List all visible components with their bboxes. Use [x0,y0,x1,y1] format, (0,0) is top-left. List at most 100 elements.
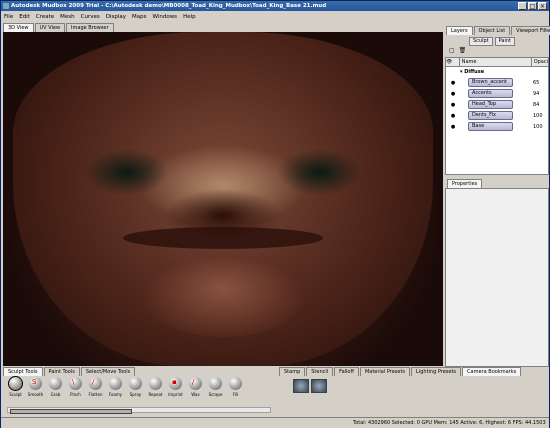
spray-icon [129,377,142,390]
layer-group-label: Diffuse [464,69,485,75]
visibility-eye-icon[interactable]: ● [446,113,460,119]
tool-flatten[interactable]: / Flatten [87,377,104,397]
view-tabs: 3D View UV View Image Browser [3,23,115,32]
layer-type-tabs: Sculpt Paint [469,37,515,46]
right-panel-tabs: Layers Object List Viewport Filters [446,26,550,35]
layer-name[interactable]: Base [468,122,513,131]
menu-mesh[interactable]: Mesh [60,14,74,20]
shelf-scrollbar[interactable] [7,407,271,414]
tool-shelf: Sculpt Tools Paint Tools Select/Move Too… [3,367,275,415]
app-window: Autodesk Mudbox 2009 Trial - C:\Autodesk… [0,0,550,428]
mudbox-app-icon [3,3,9,9]
tab-viewport-filters[interactable]: Viewport Filters [511,26,550,35]
shelf-scroll-thumb[interactable] [10,409,132,414]
layer-toolbar: ▢ 🗑 [449,47,466,54]
minimize-button[interactable]: _ [518,2,527,10]
layer-name[interactable]: Head_Top [468,100,513,109]
menu-bar: File Edit Create Mesh Curves Display Map… [1,12,550,22]
smooth-icon: S [29,377,42,390]
layer-row[interactable]: ● Accents 94 [446,88,548,99]
tray-tabs: Stamp Stencil Falloff Material Presets L… [279,367,522,376]
layer-row[interactable]: ● Base 100 [446,121,548,132]
layer-name[interactable]: Dents_Fix [468,111,513,120]
tool-wax[interactable]: / Wax [187,377,204,397]
wax-icon: / [189,377,202,390]
foamy-icon [109,377,122,390]
tool-foamy[interactable]: Foamy [107,377,124,397]
tab-image-browser[interactable]: Image Browser [66,23,114,32]
close-button[interactable]: × [538,2,547,10]
repeat-icon [149,377,162,390]
layer-opacity[interactable]: 84 [533,102,539,108]
visibility-eye-icon[interactable]: ● [446,102,460,108]
tab-paint-layers[interactable]: Paint [494,37,515,46]
layer-name[interactable]: Accents [468,89,513,98]
tab-object-list[interactable]: Object List [473,26,511,35]
window-title: Autodesk Mudbox 2009 Trial - C:\Autodesk… [11,3,327,9]
toad-mouth [123,227,323,249]
tool-fill[interactable]: Fill [227,377,244,397]
visibility-header-icon: 👁 [446,59,453,65]
col-name: Name [458,58,531,66]
tab-sculpt-tools[interactable]: Sculpt Tools [3,367,43,376]
tab-material-presets[interactable]: Material Presets [359,367,411,376]
shelf-tabs: Sculpt Tools Paint Tools Select/Move Too… [3,367,136,376]
tool-repeat[interactable]: Repeat [147,377,164,397]
layer-opacity[interactable]: 100 [533,113,543,119]
layer-opacity[interactable]: 65 [533,80,539,86]
tool-grab[interactable]: Grab [47,377,64,397]
layer-row[interactable]: ● Dents_Fix 100 [446,110,548,121]
tab-uv-view[interactable]: UV View [34,23,66,32]
tab-sculpt-layers[interactable]: Sculpt [469,37,493,46]
tab-properties[interactable]: Properties [447,179,483,188]
right-panel: Layers Object List Viewport Filters Scul… [445,23,550,367]
tab-camera-bookmarks[interactable]: Camera Bookmarks [462,367,522,376]
layers-header: 👁 Name Opaci [446,58,548,67]
tab-lighting-presets[interactable]: Lighting Presets [411,367,462,376]
tab-3d-view[interactable]: 3D View [3,23,34,32]
tab-stencil[interactable]: Stencil [306,367,334,376]
menu-file[interactable]: File [4,14,13,20]
menu-create[interactable]: Create [36,14,54,20]
tab-stamp[interactable]: Stamp [279,367,306,376]
menu-maps[interactable]: Maps [132,14,146,20]
layer-name[interactable]: Brown_accent [468,78,513,87]
flatten-icon: / [89,377,102,390]
tab-falloff[interactable]: Falloff [334,367,359,376]
properties-tabs: Properties [447,179,483,188]
status-text: Total: 4302960 Selected: 0 GPU Mem: 145 … [353,420,546,426]
3d-viewport[interactable] [3,32,443,366]
visibility-eye-icon[interactable]: ● [446,91,460,97]
camera-bookmark-thumbnail[interactable] [311,379,327,393]
layer-opacity[interactable]: 100 [533,124,543,130]
imprint-icon: ▪ [169,377,182,390]
visibility-eye-icon[interactable]: ● [446,124,460,130]
menu-display[interactable]: Display [106,14,126,20]
scrape-icon [209,377,222,390]
visibility-eye-icon[interactable]: ● [446,80,460,86]
layer-opacity[interactable]: 94 [533,91,539,97]
menu-edit[interactable]: Edit [19,14,30,20]
layer-row[interactable]: ● Brown_accent 65 [446,77,548,88]
tool-imprint[interactable]: ▪ Imprint [167,377,184,397]
tool-smooth[interactable]: S Smooth [27,377,44,397]
maximize-button[interactable]: □ [528,2,537,10]
delete-layer-icon[interactable]: 🗑 [459,47,467,54]
tool-spray[interactable]: Spray [127,377,144,397]
layer-group-diffuse[interactable]: ▾ Diffuse [446,67,548,77]
tool-sculpt[interactable]: Sculpt [7,376,24,397]
camera-bookmark-thumbnail[interactable] [293,379,309,393]
menu-help[interactable]: Help [183,14,196,20]
tab-layers[interactable]: Layers [446,26,473,35]
new-layer-icon[interactable]: ▢ [449,47,455,54]
tab-paint-tools[interactable]: Paint Tools [43,367,80,376]
col-opacity: Opaci [530,58,548,66]
toad-chin [143,257,303,337]
tool-pinch[interactable]: \ Pinch [67,377,84,397]
menu-curves[interactable]: Curves [81,14,100,20]
tab-select-move-tools[interactable]: Select/Move Tools [80,367,136,376]
tool-scrape[interactable]: Scrape [207,377,224,397]
properties-panel [445,188,549,367]
menu-windows[interactable]: Windows [153,14,178,20]
layer-row[interactable]: ● Head_Top 84 [446,99,548,110]
